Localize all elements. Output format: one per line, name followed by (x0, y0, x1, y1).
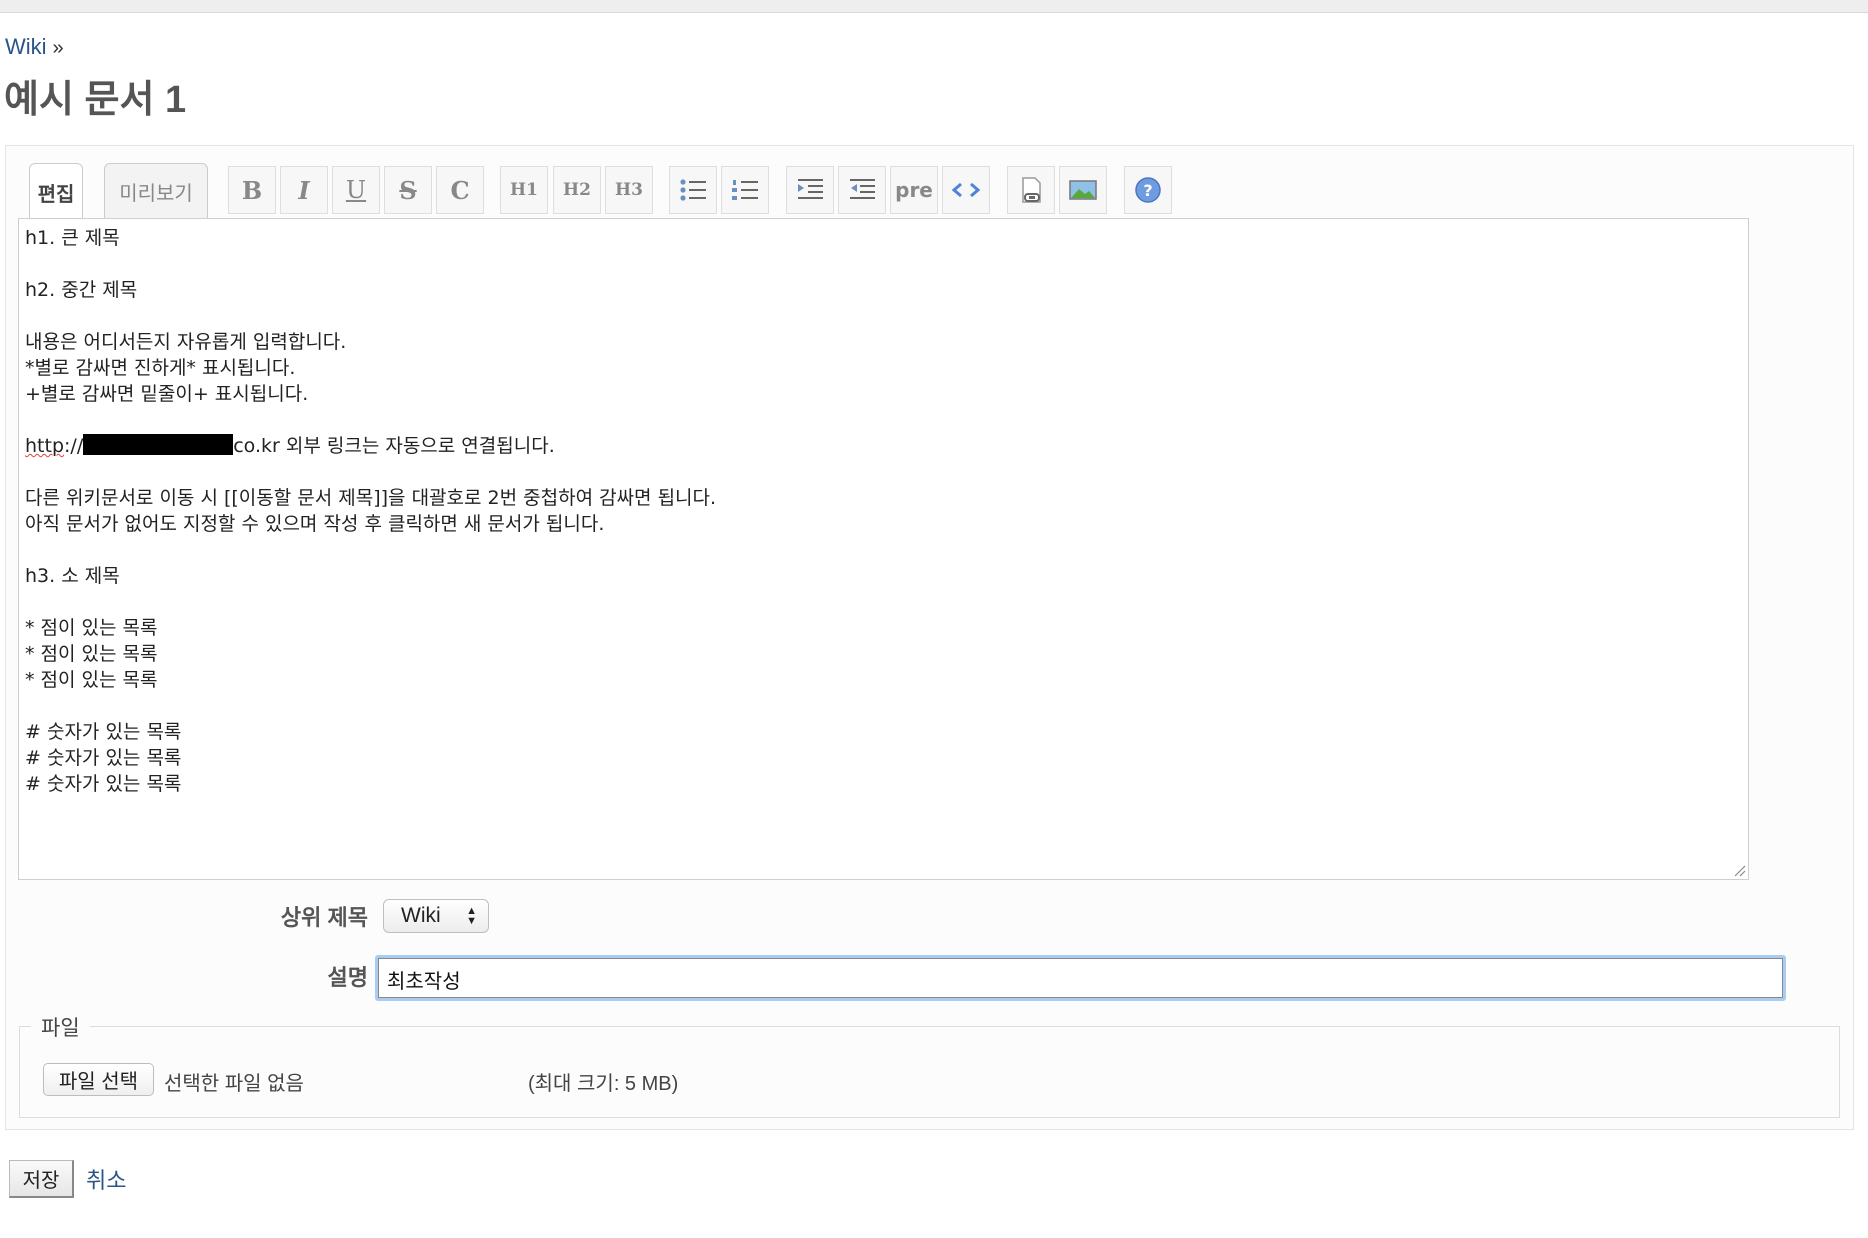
editor-line: ​ (25, 407, 1742, 433)
preformatted-icon: pre (895, 178, 933, 202)
code-block-button[interactable] (942, 166, 990, 214)
underline-icon: U (345, 176, 367, 204)
image-icon (1069, 180, 1097, 200)
description-label: 설명 (327, 965, 368, 990)
parent-title-value: Wiki (401, 904, 441, 927)
indent-right-button[interactable] (786, 166, 834, 214)
editor-line: 아직 문서가 없어도 지정할 수 있으며 작성 후 클릭하면 새 문서가 됩니다… (25, 513, 605, 535)
editor-line: h3. 소 제목 (25, 565, 120, 587)
redacted-block (83, 434, 234, 455)
page-title: 예시 문서 1 (4, 79, 187, 121)
editor-line: h2. 중간 제목 (25, 279, 138, 301)
bold-button[interactable]: B (228, 166, 276, 214)
heading1-icon: H1 (510, 180, 538, 200)
bold-icon: B (241, 175, 263, 205)
editor-line: ​ (25, 303, 1742, 329)
description-input[interactable]: 최초작성 (375, 955, 1786, 1001)
select-arrows-icon: ▲ ▼ (466, 905, 477, 927)
breadcrumb-wiki-link[interactable]: Wiki (5, 34, 47, 59)
breadcrumb-separator: » (52, 37, 64, 59)
editor-line: # 숫자가 있는 목록 (25, 721, 182, 743)
heading3-button[interactable]: H3 (605, 166, 653, 214)
tab-preview[interactable]: 미리보기 (104, 163, 208, 218)
editor-line: 내용은 어디서든지 자유롭게 입력합니다. (25, 331, 347, 353)
bulleted-list-icon (680, 179, 706, 201)
spellcheck-word: http (25, 435, 65, 457)
editor-line: h1. 큰 제목 (25, 227, 120, 249)
max-file-size-text: (최대 크기: 5 MB) (528, 1073, 679, 1095)
wiki-link-button[interactable] (1007, 166, 1055, 214)
italic-icon: I (298, 175, 310, 205)
image-button[interactable] (1059, 166, 1107, 214)
help-button[interactable]: ? (1124, 166, 1172, 214)
heading2-icon: H2 (563, 180, 591, 200)
indent-left-button[interactable] (838, 166, 886, 214)
preformatted-button[interactable]: pre (890, 166, 938, 214)
description-value: 최초작성 (378, 958, 1783, 998)
indent-right-icon (798, 179, 823, 199)
wiki-page-link-icon (1022, 177, 1041, 203)
editor-line: *별로 감싸면 진하게* 표시됩니다. (25, 357, 296, 379)
editor-line: ​ (25, 251, 1742, 277)
editor-link-line: http://co.kr 외부 링크는 자동으로 연결됩니다. (25, 434, 555, 457)
file-legend: 파일 (31, 1012, 90, 1042)
indent-left-icon (850, 179, 875, 199)
choose-file-button[interactable]: 파일 선택 (43, 1063, 154, 1096)
inline-code-icon: C (450, 175, 470, 205)
help-icon: ? (1135, 177, 1161, 203)
editor-line: ​ (25, 693, 1742, 719)
parent-title-label: 상위 제목 (280, 905, 368, 930)
bulleted-list-button[interactable] (669, 166, 717, 214)
underline-button[interactable]: U (332, 166, 380, 214)
parent-title-select[interactable]: Wiki ▲ ▼ (383, 899, 489, 933)
inline-code-button[interactable]: C (436, 166, 484, 214)
cancel-link[interactable]: 취소 (86, 1163, 126, 1195)
svg-text:?: ? (1143, 181, 1152, 200)
strikethrough-button[interactable]: S (384, 166, 432, 214)
top-bar (0, 0, 1868, 13)
numbered-list-button[interactable] (721, 166, 769, 214)
heading3-icon: H3 (615, 180, 643, 200)
editor-line: 다른 위키문서로 이동 시 [[이동할 문서 제목]]을 대괄호로 2번 중첩하… (25, 487, 717, 509)
tab-edit[interactable]: 편집 (29, 163, 83, 220)
italic-button[interactable]: I (280, 166, 328, 214)
resize-grip-icon[interactable] (1732, 863, 1746, 877)
editor-content[interactable]: h1. 큰 제목​h2. 중간 제목​내용은 어디서든지 자유롭게 입력합니다.… (25, 225, 1742, 873)
editor-line: ​ (25, 537, 1742, 563)
editor-line: ​ (25, 589, 1742, 615)
breadcrumb: Wiki» (5, 34, 64, 60)
editor-line: ​ (25, 459, 1742, 485)
numbered-list-icon (732, 180, 758, 200)
heading2-button[interactable]: H2 (553, 166, 601, 214)
save-button[interactable]: 저장 (9, 1160, 74, 1198)
editor-line: * 점이 있는 목록 (25, 669, 158, 691)
code-icon (951, 182, 981, 198)
editor-line: # 숫자가 있는 목록 (25, 747, 182, 769)
wiki-text-editor[interactable]: h1. 큰 제목​h2. 중간 제목​내용은 어디서든지 자유롭게 입력합니다.… (18, 218, 1749, 880)
strikethrough-icon: S (399, 175, 417, 205)
no-file-selected-text: 선택한 파일 없음 (164, 1073, 304, 1095)
editor-line: +별로 감싸면 밑줄이+ 표시됩니다. (25, 383, 309, 405)
editor-line: # 숫자가 있는 목록 (25, 773, 182, 795)
editor-line: * 점이 있는 목록 (25, 643, 158, 665)
heading1-button[interactable]: H1 (500, 166, 548, 214)
editor-line: * 점이 있는 목록 (25, 617, 158, 639)
